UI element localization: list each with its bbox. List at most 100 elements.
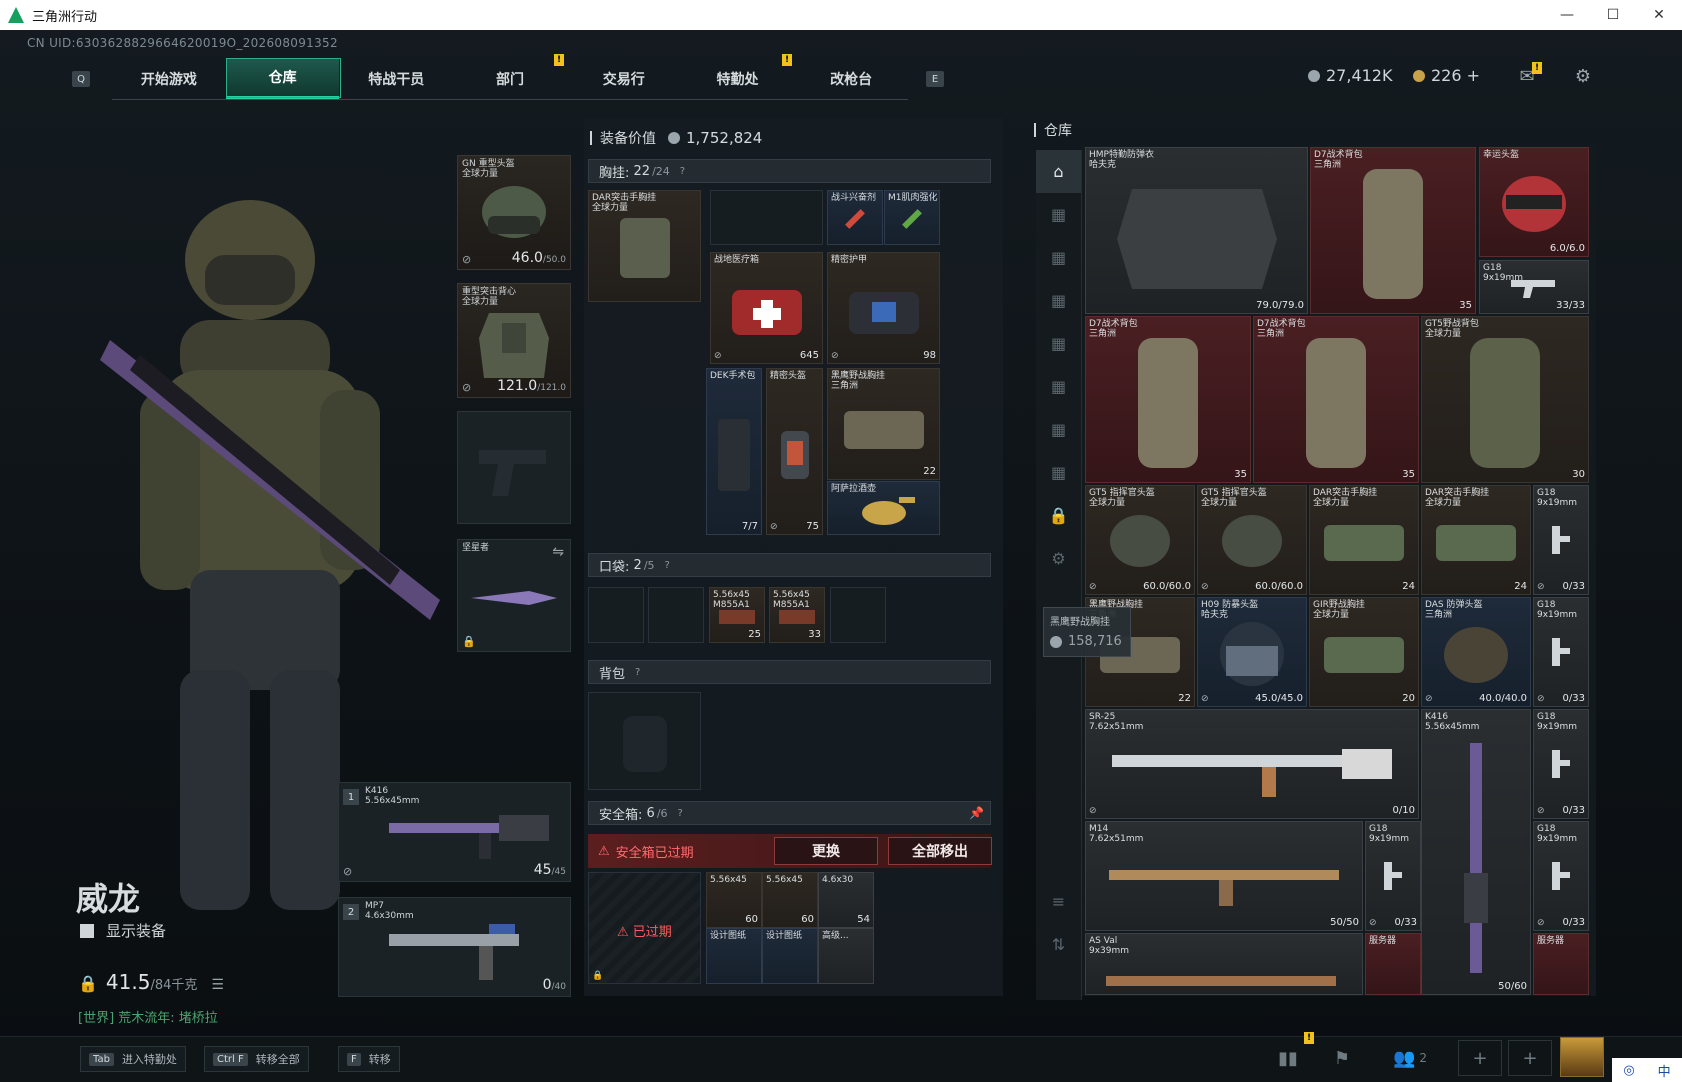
category-icon[interactable]: ▦ — [1036, 279, 1081, 322]
warehouse-item[interactable]: G18 9x19mm ⊘ 0/33 — [1533, 821, 1589, 931]
flag-icon[interactable]: ⚑ — [1320, 1040, 1364, 1076]
tab-warehouse[interactable]: 仓库 — [225, 58, 342, 99]
list-icon[interactable]: ☰ — [211, 977, 224, 993]
rig-cell-empty[interactable] — [710, 190, 823, 245]
maximize-button[interactable]: ☐ — [1590, 0, 1636, 30]
tab-department[interactable]: 部门 — [453, 58, 567, 99]
pistol-slot[interactable] — [457, 411, 571, 524]
squad-button[interactable]: 👥 2 — [1378, 1040, 1442, 1076]
warehouse-item[interactable]: DAR突击手胸挂 全球力量 24 — [1309, 485, 1419, 595]
pocket-cell-ammo[interactable]: 5.56x45 M855A1 33 — [769, 587, 825, 643]
hint-transfer[interactable]: F 转移 — [338, 1046, 400, 1072]
pocket-cell-empty[interactable] — [830, 587, 886, 643]
warehouse-all-icon[interactable]: ⌂ — [1036, 150, 1081, 193]
warehouse-item[interactable]: HMP特勤防弹衣 哈夫克 79.0/79.0 — [1085, 147, 1308, 314]
gear-icon[interactable]: ⚙ — [1572, 66, 1594, 87]
nav-next-key[interactable]: E — [926, 71, 944, 87]
warehouse-item[interactable]: 幸运头盔 6.0/6.0 — [1479, 147, 1589, 257]
warehouse-item[interactable]: G18 9x19mm 33/33 — [1479, 260, 1589, 314]
tab-special-ops[interactable]: 特勤处 — [681, 58, 795, 99]
minimize-button[interactable]: — — [1544, 0, 1590, 30]
safe-cell-blueprint[interactable]: 设计图纸 — [706, 928, 762, 984]
safe-cell-ammo[interactable]: 5.56x45 60 — [706, 872, 762, 928]
rig-cell-stimulant[interactable]: 战斗兴奋剂 — [827, 190, 883, 245]
warehouse-item[interactable]: 服务器 — [1533, 933, 1589, 995]
warehouse-item[interactable]: H09 防暴头盔 哈夫克 ⊘ 45.0/45.0 — [1197, 597, 1307, 707]
ime-indicator[interactable]: ◎ 中 — [1612, 1058, 1682, 1082]
warehouse-item[interactable]: G18 9x19mm ⊘ 0/33 — [1533, 709, 1589, 819]
category-icon[interactable]: ▦ — [1036, 322, 1081, 365]
help-icon[interactable]: ? — [678, 808, 683, 819]
stats-icon[interactable]: ▮▮ — [1266, 1040, 1310, 1076]
rig-cell-flask[interactable]: 阿萨拉酒壶 — [827, 481, 940, 535]
safe-cell-ammo[interactable]: 5.56x45 60 — [762, 872, 818, 928]
warehouse-item[interactable]: M14 7.62x51mm 50/50 — [1085, 821, 1363, 931]
move-all-button[interactable]: 全部移出 — [888, 837, 992, 865]
melee-slot[interactable]: 坚星者 ⇋ 🔒 — [457, 539, 571, 652]
helmet-slot[interactable]: GN 重型头盔 全球力量 ⊘ 46.0/50.0 — [457, 155, 571, 270]
backpack-slot[interactable] — [588, 692, 701, 790]
help-icon[interactable]: ? — [665, 560, 670, 571]
warehouse-item[interactable]: SR-25 7.62x51mm ⊘ 0/10 — [1085, 709, 1419, 819]
currency-secondary[interactable]: 226 + — [1413, 66, 1480, 85]
category-icon[interactable]: ▦ — [1036, 193, 1081, 236]
safe-cell-item[interactable]: 高级... — [818, 928, 874, 984]
replace-button[interactable]: 更换 — [774, 837, 878, 865]
warehouse-item[interactable]: G18 9x19mm ⊘ 0/33 — [1533, 485, 1589, 595]
armor-slot[interactable]: 重型突击背心 全球力量 ⊘ 121.0/121.0 — [457, 283, 571, 398]
tab-trading[interactable]: 交易行 — [567, 58, 681, 99]
warehouse-item[interactable]: GT5 指挥官头盔 全球力量 ⊘ 60.0/60.0 — [1197, 485, 1307, 595]
show-equipment-toggle[interactable]: 显示装备 — [80, 920, 166, 941]
swap-icon[interactable]: ⇋ — [552, 544, 564, 560]
category-icon[interactable]: ▦ — [1036, 236, 1081, 279]
pin-icon[interactable]: 📌 — [969, 806, 984, 820]
close-button[interactable]: ✕ — [1636, 0, 1682, 30]
avatar[interactable] — [1560, 1037, 1604, 1077]
pocket-cell-empty[interactable] — [588, 587, 644, 643]
chest-rig-slot[interactable]: DAR突击手胸挂 全球力量 — [588, 190, 701, 302]
invite-slot-button[interactable]: + — [1458, 1040, 1502, 1076]
warehouse-item[interactable]: G18 9x19mm ⊘ 0/33 — [1365, 821, 1421, 931]
invite-slot-button[interactable]: + — [1508, 1040, 1552, 1076]
nav-prev-key[interactable]: Q — [72, 71, 90, 87]
warehouse-item[interactable]: GIR野战胸挂 全球力量 20 — [1309, 597, 1419, 707]
tab-start-game[interactable]: 开始游戏 — [112, 58, 226, 99]
primary-weapon-slot[interactable]: 1 K416 5.56x45mm ⊘ 45/45 — [338, 782, 571, 882]
rig-cell-medkit[interactable]: 战地医疗箱 ⊘ 645 — [710, 252, 823, 364]
rig-cell-chest-rig[interactable]: 黑鹰野战胸挂 三角洲 22 — [827, 368, 940, 480]
pocket-cell-ammo[interactable]: 5.56x45 M855A1 25 — [709, 587, 765, 643]
warehouse-item[interactable]: AS Val 9x39mm — [1085, 933, 1363, 995]
warehouse-item[interactable]: G18 9x19mm ⊘ 0/33 — [1533, 597, 1589, 707]
warehouse-item[interactable]: DAS 防弹头盔 三角洲 ⊘ 40.0/40.0 — [1421, 597, 1531, 707]
pocket-cell-empty[interactable] — [648, 587, 704, 643]
warehouse-item[interactable]: K416 5.56x45mm 50/60 — [1421, 709, 1531, 995]
safe-box-slot[interactable]: ⚠ 已过期 🔒 — [588, 872, 701, 984]
warehouse-item[interactable]: DAR突击手胸挂 全球力量 24 — [1421, 485, 1531, 595]
help-icon[interactable]: ? — [680, 166, 685, 177]
warehouse-item[interactable]: 服务器 — [1365, 933, 1421, 995]
rig-cell-muscle[interactable]: M1肌肉强化 — [884, 190, 940, 245]
gear-icon[interactable]: ⚙ — [1036, 537, 1081, 580]
tab-operators[interactable]: 特战干员 — [339, 58, 453, 99]
world-chat-line[interactable]: [世界] 荒木流年: 堵桥拉 — [78, 1007, 218, 1026]
category-icon[interactable]: ▦ — [1036, 365, 1081, 408]
rig-cell-surgery-kit[interactable]: DEK手术包 7/7 — [706, 368, 762, 535]
warehouse-item[interactable]: D7战术背包 三角洲 35 — [1085, 316, 1251, 483]
hint-transfer-all[interactable]: Ctrl F 转移全部 — [204, 1046, 309, 1072]
secondary-weapon-slot[interactable]: 2 MP7 4.6x30mm 0/40 — [338, 897, 571, 997]
currency-primary[interactable]: 27,412K — [1308, 66, 1392, 85]
category-icon[interactable]: ▦ — [1036, 408, 1081, 451]
warehouse-item[interactable]: D7战术背包 三角洲 35 — [1310, 147, 1476, 314]
safe-cell-blueprint[interactable]: 设计图纸 — [762, 928, 818, 984]
safe-cell-ammo[interactable]: 4.6x30 54 — [818, 872, 874, 928]
warehouse-item[interactable]: GT5野战背包 全球力量 30 — [1421, 316, 1589, 483]
layers-icon[interactable]: ≡ — [1036, 880, 1081, 923]
sort-icon[interactable]: ⇅ — [1036, 923, 1081, 966]
rig-cell-helmet-repair[interactable]: 精密头盔 ⊘ 75 — [766, 368, 823, 535]
category-icon[interactable]: ▦ — [1036, 451, 1081, 494]
warehouse-item[interactable]: GT5 指挥官头盔 全球力量 ⊘ 60.0/60.0 — [1085, 485, 1195, 595]
rig-cell-armor-repair[interactable]: 精密护甲 ⊘ 98 — [827, 252, 940, 364]
hint-enter-special-ops[interactable]: Tab 进入特勤处 — [80, 1046, 186, 1072]
warehouse-item[interactable]: D7战术背包 三角洲 35 — [1253, 316, 1419, 483]
tab-gunsmith[interactable]: 改枪台 — [794, 58, 908, 99]
